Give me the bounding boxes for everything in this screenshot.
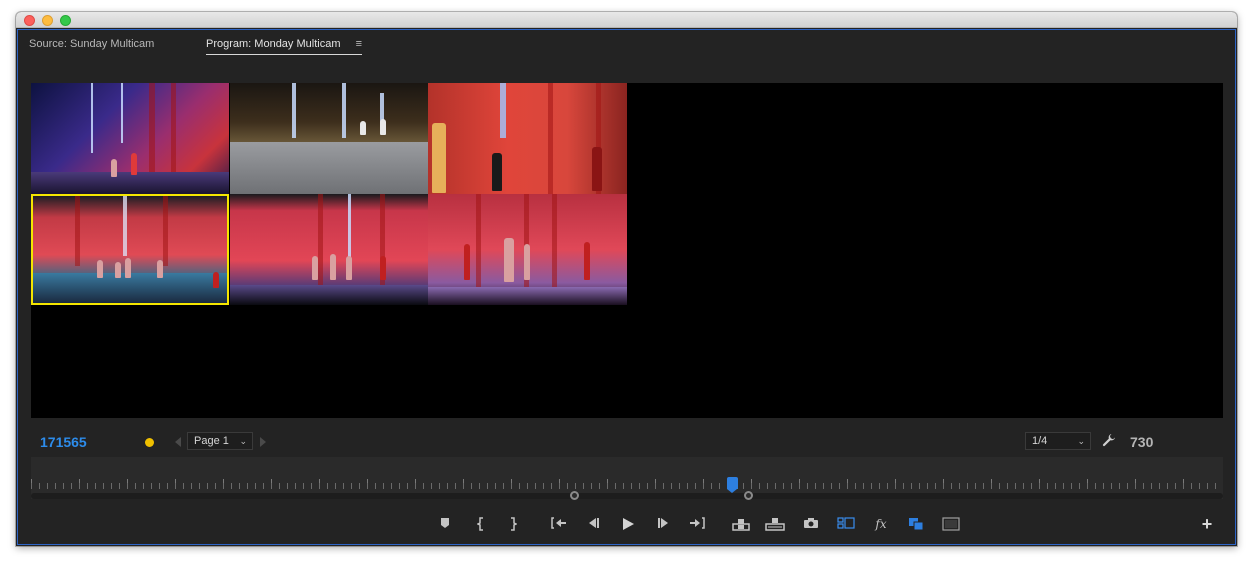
resolution-select-value: 1/4	[1032, 435, 1048, 447]
add-marker-button[interactable]	[434, 514, 456, 534]
effects-button[interactable]: fx	[870, 514, 892, 534]
playhead-timecode[interactable]: 171565	[40, 434, 87, 450]
next-page-icon[interactable]	[260, 437, 266, 447]
hamburger-icon[interactable]: ≡	[356, 38, 362, 50]
previous-page-icon[interactable]	[175, 437, 181, 447]
play-icon	[623, 518, 634, 530]
program-monitor-panel: Source: Sunday Multicam Program: Monday …	[17, 29, 1236, 545]
camera-icon	[804, 518, 818, 528]
tab-program-label: Program: Monday Multicam	[206, 38, 341, 50]
play-button[interactable]	[617, 514, 639, 534]
app-window: Source: Sunday Multicam Program: Monday …	[16, 12, 1237, 546]
multicam-icon	[837, 517, 855, 529]
step-forward-button[interactable]	[652, 514, 674, 534]
monitor-status-row: 171565 Page 1 ⌄ 1/4 ⌄ 730	[18, 428, 1235, 454]
tab-source-label: Source: Sunday Multicam	[29, 38, 155, 50]
camera-angle-3[interactable]	[428, 83, 627, 194]
go-to-out-button[interactable]	[686, 514, 708, 534]
playhead-handle[interactable]	[727, 477, 738, 493]
time-ruler[interactable]	[31, 457, 1223, 500]
resolution-select[interactable]: 1/4 ⌄	[1025, 432, 1091, 450]
zoom-scroll-end-handle[interactable]	[744, 491, 753, 500]
page-select[interactable]: Page 1 ⌄	[187, 432, 253, 450]
multicam-view-button[interactable]	[835, 514, 857, 534]
duration-display[interactable]: 730	[1130, 434, 1153, 450]
lift-icon	[732, 519, 750, 531]
zoom-scroll-start-handle[interactable]	[570, 491, 579, 500]
tab-program-monitor[interactable]: Program: Monday Multicam ≡	[206, 38, 362, 55]
camera-angle-2[interactable]	[230, 83, 428, 194]
step-back-button[interactable]	[583, 514, 605, 534]
lift-button[interactable]	[730, 514, 752, 534]
go-to-in-icon	[551, 517, 566, 529]
button-editor-add-button[interactable]: +	[1198, 514, 1216, 534]
safe-margins-icon	[942, 517, 960, 531]
go-to-in-button[interactable]	[548, 514, 570, 534]
title-bar	[16, 12, 1237, 28]
camera-angle-5[interactable]	[230, 194, 428, 305]
chevron-down-icon: ⌄	[239, 436, 247, 446]
mark-out-button[interactable]	[502, 514, 524, 534]
wrench-icon[interactable]	[1102, 433, 1118, 449]
chevron-down-icon: ⌄	[1077, 436, 1085, 446]
extract-icon	[765, 518, 785, 531]
zoom-scrollbar[interactable]	[31, 493, 1223, 499]
mark-in-icon	[477, 517, 483, 531]
tab-source-monitor[interactable]: Source: Sunday Multicam	[29, 38, 154, 50]
record-indicator-icon	[145, 438, 154, 447]
go-to-out-icon	[690, 517, 705, 529]
multicam-viewer[interactable]	[31, 83, 1223, 418]
maximize-window-button[interactable]	[60, 15, 71, 26]
panel-tabs: Source: Sunday Multicam Program: Monday …	[18, 30, 1235, 58]
camera-angle-6[interactable]	[428, 194, 627, 305]
camera-angle-4-active[interactable]	[31, 194, 229, 305]
page-select-value: Page 1	[194, 435, 229, 447]
fx-icon: fx	[875, 517, 887, 531]
transport-controls: fx +	[18, 512, 1235, 536]
minimize-window-button[interactable]	[42, 15, 53, 26]
mark-out-icon	[511, 517, 517, 531]
export-frame-button[interactable]	[800, 514, 822, 534]
extract-button[interactable]	[764, 514, 786, 534]
mark-in-button[interactable]	[470, 514, 492, 534]
camera-angle-1[interactable]	[31, 83, 229, 194]
safe-margins-button[interactable]	[940, 514, 962, 534]
comparison-icon	[909, 518, 924, 531]
ruler-minor-ticks	[31, 483, 1223, 489]
close-window-button[interactable]	[24, 15, 35, 26]
comparison-view-button[interactable]	[905, 514, 927, 534]
marker-icon	[441, 518, 449, 528]
step-forward-icon	[658, 518, 668, 528]
step-back-icon	[589, 518, 599, 528]
